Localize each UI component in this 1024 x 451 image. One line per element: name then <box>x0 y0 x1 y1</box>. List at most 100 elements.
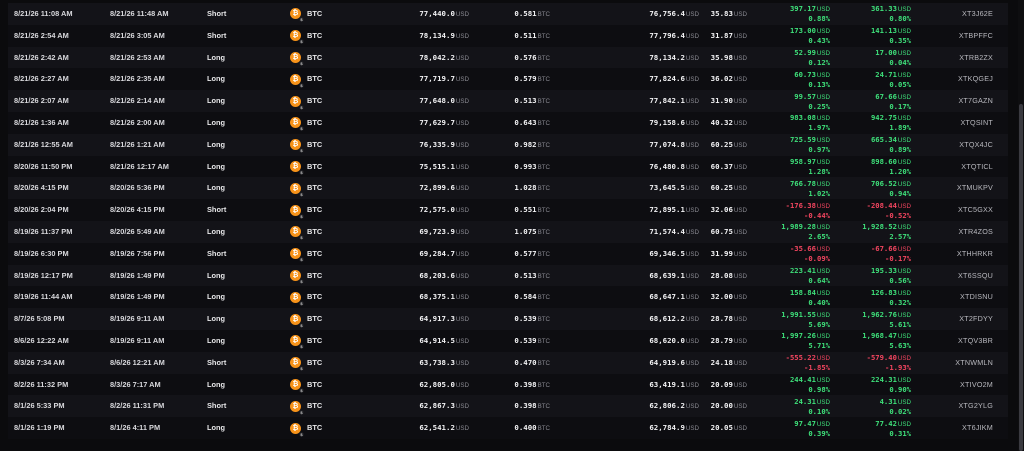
asset-cell: ₿ $ BTC <box>290 243 322 265</box>
trade-row[interactable]: 8/19/26 6:30 PM 8/19/26 7:56 PM Short ₿ $… <box>8 242 1008 265</box>
asset-symbol: BTC <box>307 30 323 40</box>
position-size: 1.075BTC <box>514 226 550 236</box>
trade-id[interactable]: XTQV3BR <box>958 330 993 352</box>
trade-id[interactable]: XT6JIKM <box>962 417 993 439</box>
trade-row[interactable]: 8/21/26 1:36 AM 8/21/26 2:00 AM Long ₿ $ … <box>8 111 1008 134</box>
asset-cell: ₿ $ BTC <box>290 417 322 439</box>
fee-amount: 28.08USD <box>710 270 747 280</box>
trade-id[interactable]: XTQSINT <box>960 112 993 134</box>
net-pnl-amount: 361.33USD <box>870 4 911 14</box>
gross-pnl-amount: 958.97USD <box>789 156 830 166</box>
open-time: 8/20/26 2:04 PM <box>14 205 69 215</box>
trade-id[interactable]: XT2FDYY <box>959 308 993 330</box>
trade-row[interactable]: 8/6/26 12:22 AM 8/19/26 9:11 AM Long ₿ $ … <box>8 329 1008 352</box>
open-time: 8/20/26 4:15 PM <box>14 183 69 193</box>
dollar-badge-icon: $ <box>299 235 304 241</box>
trade-row[interactable]: 8/20/26 2:04 PM 8/20/26 4:15 PM Short ₿ $… <box>8 199 1008 221</box>
vertical-scrollbar[interactable] <box>1018 0 1024 451</box>
trade-row[interactable]: 8/21/26 2:27 AM 8/21/26 2:35 AM Long ₿ $ … <box>8 68 1008 91</box>
trade-id[interactable]: XTR4ZOS <box>958 221 993 243</box>
gross-pnl-percent: 1.02% <box>808 188 830 198</box>
trade-id[interactable]: XTMUKPV <box>957 177 993 199</box>
trade-id[interactable]: XTC5GXX <box>958 199 993 221</box>
position-size: 0.398BTC <box>514 401 550 411</box>
net-pnl: 898.60USD 1.20% <box>871 156 911 178</box>
net-pnl-amount: 4.31USD <box>879 396 911 406</box>
asset-cell: ₿ $ BTC <box>290 25 322 47</box>
trade-row[interactable]: 8/20/26 11:50 PM 8/21/26 12:17 AM Long ₿… <box>8 155 1008 178</box>
trade-id[interactable]: XT3J62E <box>962 3 993 25</box>
net-pnl-amount: -208.44USD <box>866 200 911 210</box>
gross-pnl-amount: 1,997.26USD <box>781 331 830 341</box>
scrollbar-thumb[interactable] <box>1019 104 1023 451</box>
dollar-badge-icon: $ <box>299 409 304 415</box>
trade-side: Long <box>207 161 226 171</box>
net-pnl: 141.13USD 0.35% <box>871 25 911 47</box>
trade-id[interactable]: XTQX4JC <box>959 134 993 156</box>
trade-id[interactable]: XTIVO2M <box>960 374 993 396</box>
entry-price: 77,719.7USD <box>419 74 469 84</box>
trade-row[interactable]: 8/21/26 12:55 AM 8/21/26 1:21 AM Long ₿ $… <box>8 133 1008 156</box>
gross-pnl-amount: -35.66USD <box>789 244 830 254</box>
net-pnl: 77.42USD 0.31% <box>875 417 911 439</box>
trade-id[interactable]: XTG2YLG <box>958 395 993 417</box>
net-pnl-percent: 0.90% <box>889 384 911 394</box>
trade-row[interactable]: 8/19/26 12:17 PM 8/19/26 1:49 PM Long ₿ $… <box>8 264 1008 287</box>
trade-id[interactable]: XTHHRKR <box>957 243 993 265</box>
trade-row[interactable]: 8/7/26 5:08 PM 8/19/26 9:11 AM Long ₿ $ B… <box>8 308 1008 330</box>
trade-id[interactable]: XT7GAZN <box>958 90 993 112</box>
net-pnl-percent: 0.17% <box>889 101 911 111</box>
trade-id[interactable]: XTBPFFC <box>959 25 993 47</box>
trade-row[interactable]: 8/1/26 1:19 PM 8/1/26 4:11 PM Long ₿ $ BT… <box>8 417 1008 439</box>
trade-id[interactable]: XTQTICL <box>961 156 993 178</box>
trade-row[interactable]: 8/2/26 11:32 PM 8/3/26 7:17 AM Long ₿ $ B… <box>8 373 1008 396</box>
gross-pnl-amount: 725.59USD <box>789 135 830 145</box>
fee-amount: 60.25USD <box>710 139 747 149</box>
net-pnl-amount: -579.40USD <box>866 353 911 363</box>
fee-amount: 36.02USD <box>710 74 747 84</box>
position-size: 0.513BTC <box>514 96 550 106</box>
fee-amount: 28.78USD <box>710 314 747 324</box>
net-pnl-amount: 1,928.52USD <box>862 222 911 232</box>
asset-cell: ₿ $ BTC <box>290 90 322 112</box>
trade-side: Long <box>207 183 226 193</box>
trade-row[interactable]: 8/19/26 11:44 AM 8/19/26 1:49 PM Long ₿ $… <box>8 286 1008 309</box>
position-size: 0.982BTC <box>514 139 550 149</box>
trade-history-table: 8/21/26 11:08 AM 8/21/26 11:48 AM Short … <box>8 3 1008 439</box>
trade-row[interactable]: 8/21/26 11:08 AM 8/21/26 11:48 AM Short … <box>8 3 1008 25</box>
trade-row[interactable]: 8/21/26 2:42 AM 8/21/26 2:53 AM Long ₿ $ … <box>8 46 1008 69</box>
open-time: 8/21/26 1:36 AM <box>14 117 69 127</box>
exit-price: 79,158.6USD <box>649 117 699 127</box>
close-time: 8/3/26 7:17 AM <box>110 379 161 389</box>
trade-id[interactable]: XTDISNU <box>960 286 993 308</box>
trade-row[interactable]: 8/19/26 11:37 PM 8/20/26 5:49 AM Long ₿ $… <box>8 220 1008 243</box>
trade-row[interactable]: 8/1/26 5:33 PM 8/2/26 11:31 PM Short ₿ $ … <box>8 395 1008 418</box>
trade-side: Long <box>207 52 226 62</box>
gross-pnl: 52.99USD 0.12% <box>794 47 830 69</box>
trade-id[interactable]: XTKQGEJ <box>958 68 993 90</box>
gross-pnl: 1,991.55USD 5.69% <box>781 308 830 330</box>
open-time: 8/21/26 12:55 AM <box>14 139 73 149</box>
asset-cell: ₿ $ BTC <box>290 68 322 90</box>
net-pnl-percent: 1.89% <box>889 123 911 133</box>
trade-row[interactable]: 8/21/26 2:54 AM 8/21/26 3:05 AM Short ₿ $… <box>8 24 1008 47</box>
trade-id[interactable]: XTNWMLN <box>955 352 993 374</box>
asset-cell: ₿ $ BTC <box>290 3 322 25</box>
trade-id[interactable]: XTRB2ZX <box>959 47 993 69</box>
trade-row[interactable]: 8/3/26 7:34 AM 8/6/26 12:21 AM Short ₿ $ … <box>8 351 1008 374</box>
dollar-badge-icon: $ <box>299 148 304 154</box>
trade-row[interactable]: 8/20/26 4:15 PM 8/20/26 5:36 PM Long ₿ $ … <box>8 177 1008 200</box>
gross-pnl: 173.00USD 0.43% <box>790 25 830 47</box>
exit-price: 77,824.6USD <box>649 74 699 84</box>
trade-side: Short <box>207 248 227 258</box>
trade-id[interactable]: XT6SSQU <box>958 265 993 287</box>
fee-amount: 31.87USD <box>710 30 747 40</box>
bitcoin-icon: ₿ $ <box>290 160 304 175</box>
net-pnl: 706.52USD 0.94% <box>871 177 911 199</box>
net-pnl-percent: -0.17% <box>885 254 911 264</box>
open-time: 8/6/26 12:22 AM <box>14 335 69 345</box>
dollar-badge-icon: $ <box>299 431 304 437</box>
trade-row[interactable]: 8/21/26 2:07 AM 8/21/26 2:14 AM Long ₿ $ … <box>8 90 1008 112</box>
exit-price: 68,620.0USD <box>649 335 699 345</box>
entry-price: 76,335.9USD <box>419 139 469 149</box>
